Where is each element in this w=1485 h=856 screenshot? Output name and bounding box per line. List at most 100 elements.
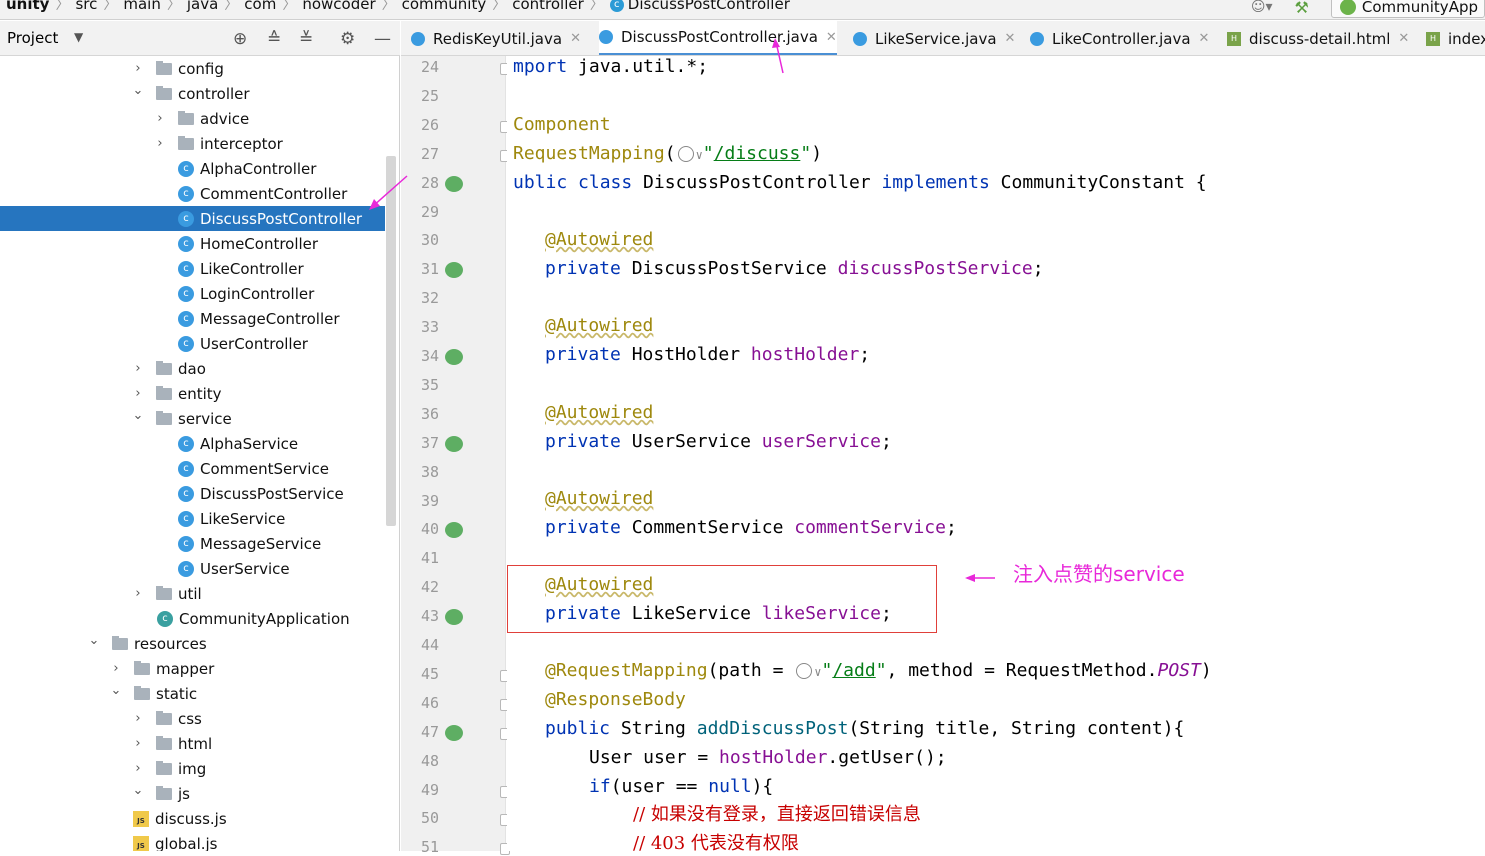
tree-item[interactable]: ⌄ static — [0, 681, 385, 706]
chevron-right-icon[interactable]: › — [110, 661, 122, 676]
folder-icon — [156, 786, 172, 800]
expand-all-icon[interactable]: ≙ — [267, 29, 281, 49]
spring-bean-icon[interactable] — [445, 609, 463, 626]
tree-item[interactable]: › img — [0, 756, 385, 781]
folder-icon — [156, 411, 172, 425]
tree-item[interactable]: c LikeController — [0, 256, 385, 281]
tree-item[interactable]: › css — [0, 706, 385, 731]
chevron-down-icon[interactable]: ⌄ — [110, 683, 122, 698]
run-configuration-selector[interactable]: CommunityApp — [1330, 0, 1485, 18]
tree-item-label: LikeService — [200, 509, 286, 528]
tree-item[interactable]: › advice — [0, 106, 385, 131]
tree-item[interactable]: › html — [0, 731, 385, 756]
tree-item[interactable]: › config — [0, 56, 385, 81]
tree-item[interactable]: c DiscussPostService — [0, 481, 385, 506]
spring-bean-icon[interactable] — [445, 349, 463, 365]
tree-item[interactable]: JS discuss.js — [0, 806, 385, 831]
code-line-37: private UserService userService; — [545, 431, 892, 452]
close-icon[interactable]: ✕ — [1005, 31, 1016, 46]
spring-bean-icon[interactable] — [445, 724, 463, 741]
editor-tab[interactable]: Hdiscuss-detail.html ✕ — [1227, 21, 1409, 55]
globe-icon[interactable] — [796, 663, 813, 679]
chevron-right-icon[interactable]: › — [132, 761, 144, 776]
breadcrumb-item[interactable]: community — [396, 0, 493, 13]
spring-bean-icon[interactable] — [445, 522, 463, 539]
tree-item[interactable]: c MessageService — [0, 531, 385, 556]
chevron-right-icon[interactable]: › — [132, 386, 144, 401]
editor-tab[interactable]: LikeService.java ✕ — [853, 21, 1016, 55]
minimize-icon[interactable]: — — [374, 29, 391, 49]
chevron-right-icon[interactable]: › — [132, 61, 144, 76]
breadcrumb-item[interactable]: src — [69, 0, 103, 13]
editor-tab[interactable]: LikeController.java ✕ — [1030, 21, 1210, 55]
tree-item[interactable]: ⌄ controller — [0, 81, 385, 106]
code-line-47: public String addDiscussPost(String titl… — [545, 718, 1185, 739]
tree-item[interactable]: › dao — [0, 356, 385, 381]
chevron-right-icon[interactable]: › — [154, 111, 166, 126]
breadcrumb-separator: 〉 — [166, 0, 181, 13]
globe-icon[interactable] — [677, 146, 694, 162]
breadcrumb-label: src — [75, 0, 98, 13]
tree-item[interactable]: JS global.js — [0, 831, 385, 851]
chevron-right-icon[interactable]: › — [132, 736, 144, 751]
tree-scrollbar[interactable] — [386, 156, 396, 526]
breadcrumb-item[interactable]: nowcoder — [296, 0, 381, 13]
breadcrumb-item[interactable]: main — [117, 0, 166, 13]
collapse-all-icon[interactable]: ≚ — [299, 29, 313, 49]
tree-item[interactable]: c MessageController — [0, 306, 385, 331]
tree-item[interactable]: › mapper — [0, 656, 385, 681]
code-line-40: private CommentService commentService; — [545, 517, 957, 538]
breadcrumb-item[interactable]: controller — [506, 0, 590, 13]
spring-bean-icon[interactable] — [445, 175, 463, 192]
build-hammer-icon[interactable]: ⚒ — [1295, 0, 1309, 17]
chevron-right-icon[interactable]: › — [132, 711, 144, 726]
tree-item[interactable]: c AlphaService — [0, 431, 385, 456]
close-icon[interactable]: ✕ — [1199, 31, 1210, 46]
line-number: 28 — [420, 173, 439, 192]
chevron-down-icon[interactable]: ▼ — [74, 30, 83, 44]
chevron-right-icon[interactable]: › — [154, 136, 166, 151]
chevron-right-icon[interactable]: › — [132, 586, 144, 601]
breadcrumb-item[interactable]: java — [181, 0, 224, 13]
close-icon[interactable]: ✕ — [570, 31, 581, 46]
tree-item[interactable]: ⌄ resources — [0, 631, 385, 656]
spring-bean-icon[interactable] — [445, 262, 463, 279]
tree-item[interactable]: c UserService — [0, 556, 385, 581]
project-panel-title[interactable]: Project — [7, 29, 58, 47]
breadcrumb-item[interactable]: unity — [0, 0, 55, 13]
tree-item[interactable]: c CommunityApplication — [0, 606, 385, 631]
chevron-down-icon[interactable]: ⌄ — [88, 633, 100, 648]
tree-item[interactable]: c LoginController — [0, 281, 385, 306]
breadcrumb-separator: 〉 — [589, 0, 604, 13]
chevron-down-icon[interactable]: ⌄ — [132, 783, 144, 798]
close-icon[interactable]: ✕ — [826, 30, 837, 45]
locate-target-icon[interactable]: ⊕ — [233, 29, 247, 49]
tree-item[interactable]: c AlphaController — [0, 156, 385, 181]
tree-item[interactable]: ⌄ service — [0, 406, 385, 431]
code-editor[interactable]: mport java.util.*; Component RequestMapp… — [507, 56, 1485, 851]
tree-item[interactable]: c DiscussPostController — [0, 206, 385, 231]
user-icon[interactable]: ☺▾ — [1251, 0, 1273, 15]
editor-tab[interactable]: RedisKeyUtil.java ✕ — [411, 21, 581, 55]
line-number: 47 — [420, 722, 439, 741]
editor-tab[interactable]: Hindex — [1426, 21, 1485, 55]
spring-bean-icon[interactable] — [445, 435, 463, 452]
editor-tab[interactable]: DiscussPostController.java ✕ — [599, 21, 837, 55]
breadcrumb-item[interactable]: c DiscussPostController — [604, 0, 796, 13]
chevron-right-icon[interactable]: › — [132, 361, 144, 376]
chevron-down-icon[interactable]: ⌄ — [132, 83, 144, 98]
tree-item[interactable]: c LikeService — [0, 506, 385, 531]
chevron-down-icon[interactable]: ⌄ — [132, 408, 144, 423]
tree-item[interactable]: c CommentController — [0, 181, 385, 206]
tree-item[interactable]: › entity — [0, 381, 385, 406]
tree-item-label: resources — [134, 634, 207, 653]
breadcrumb-item[interactable]: com — [238, 0, 282, 13]
tree-item[interactable]: › util — [0, 581, 385, 606]
tree-item[interactable]: c CommentService — [0, 456, 385, 481]
tree-item[interactable]: › interceptor — [0, 131, 385, 156]
tree-item[interactable]: c HomeController — [0, 231, 385, 256]
tree-item[interactable]: c UserController — [0, 331, 385, 356]
gear-icon[interactable]: ⚙ — [340, 29, 355, 49]
tree-item[interactable]: ⌄ js — [0, 781, 385, 806]
close-icon[interactable]: ✕ — [1398, 31, 1409, 46]
